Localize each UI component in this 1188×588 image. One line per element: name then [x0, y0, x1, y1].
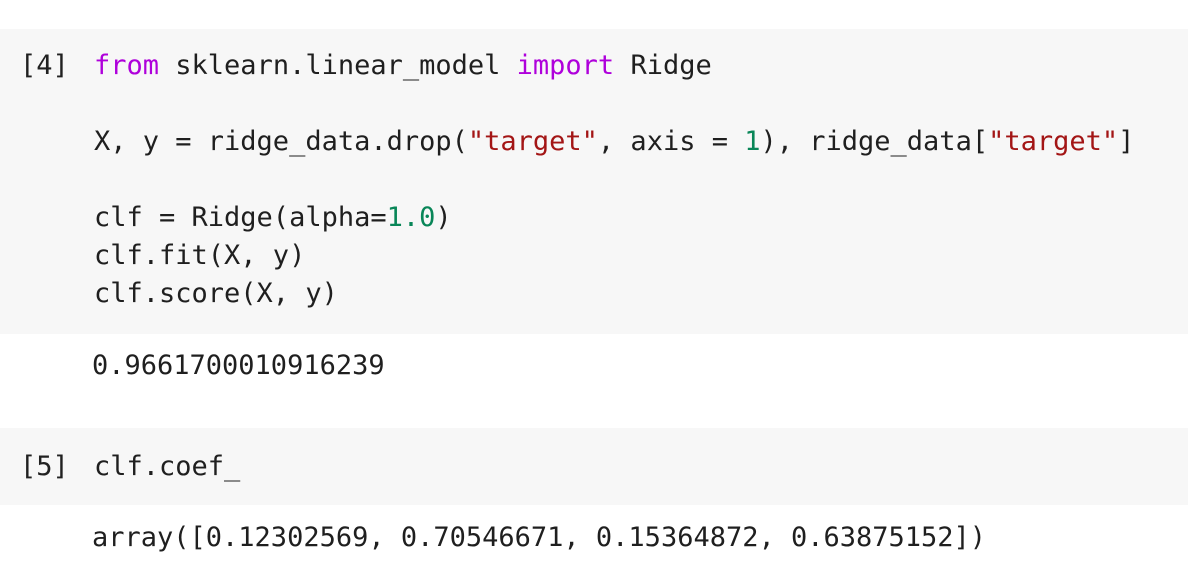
code-text: ), ridge_data[: [760, 126, 989, 157]
code-line: clf.fit(X, y): [94, 237, 1134, 275]
code-keyword: from: [94, 50, 160, 81]
code-number: 1.0: [386, 202, 436, 233]
code-text: ): [435, 202, 452, 233]
code-keyword: import: [516, 50, 615, 81]
code-text: clf = Ridge(alpha=: [94, 202, 387, 233]
code-line: from sklearn.linear_model import Ridge: [94, 47, 1134, 85]
cell-output: array([0.12302569, 0.70546671, 0.1536487…: [92, 522, 987, 553]
code-line: X, y = ridge_data.drop("target", axis = …: [94, 123, 1134, 161]
code-string: "target": [988, 126, 1119, 157]
code-line: clf = Ridge(alpha=1.0): [94, 199, 1134, 237]
execution-count: [5]: [20, 451, 69, 482]
code-number: 1: [744, 126, 761, 157]
code-string: "target": [467, 126, 598, 157]
cell-output: 0.9661700010916239: [92, 350, 385, 381]
code-text: , axis =: [597, 126, 745, 157]
code-text: sklearn.linear_model: [159, 50, 517, 81]
code-text: clf.fit(X, y): [94, 240, 306, 271]
code-line: clf.score(X, y): [94, 275, 1134, 313]
code-line: clf.coef_: [94, 448, 240, 486]
code-cell-5[interactable]: [5] clf.coef_: [0, 428, 1188, 505]
code-text: clf.coef_: [94, 451, 241, 482]
code-cell-4[interactable]: [4] from sklearn.linear_model import Rid…: [0, 29, 1188, 334]
code-text: ]: [1118, 126, 1135, 157]
execution-count: [4]: [20, 50, 69, 81]
code-text: X, y = ridge_data.drop(: [94, 126, 468, 157]
code-editor[interactable]: clf.coef_: [94, 448, 240, 486]
code-editor[interactable]: from sklearn.linear_model import Ridge X,…: [94, 47, 1134, 313]
code-text: clf.score(X, y): [94, 278, 338, 309]
code-text: Ridge: [614, 50, 712, 81]
